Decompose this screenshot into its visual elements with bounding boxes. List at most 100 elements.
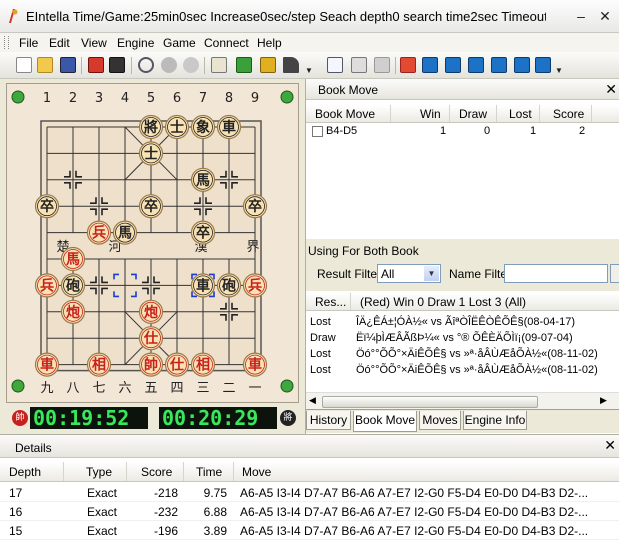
menu-connect[interactable]: Connect: [204, 36, 249, 50]
tab-book-move[interactable]: Book Move: [353, 411, 417, 432]
file-number-top: 2: [69, 91, 77, 106]
hammer-icon[interactable]: [283, 57, 299, 73]
col-time[interactable]: Time: [196, 465, 222, 479]
lock-icon[interactable]: [260, 57, 276, 73]
menu-help[interactable]: Help: [257, 36, 282, 50]
engine-red-icon[interactable]: [88, 57, 104, 73]
horizontal-scrollbar[interactable]: ◀ ▶: [306, 392, 619, 409]
history-row[interactable]: Lost Öó°°ÕÕ°×ÄiÊÕÊ§ vs »ª·åÂÙÆåÕÀ½«(08-11…: [306, 363, 619, 379]
window-title: EIntella Time/Game:25min0sec Increase0se…: [26, 9, 546, 24]
book-move-lost: 1: [530, 125, 537, 137]
menu-game[interactable]: Game: [163, 36, 196, 50]
search-icon[interactable]: [138, 57, 154, 73]
stop-icon[interactable]: [161, 57, 177, 73]
xiangqi-piece-label: 兵: [40, 277, 54, 294]
details-type: Exact: [87, 486, 118, 500]
details-close-icon[interactable]: ✕: [604, 437, 616, 454]
undo-icon[interactable]: [400, 57, 416, 73]
new-icon[interactable]: [16, 57, 32, 73]
history-row[interactable]: Lost ÎÄ¿ÊÁ±¦ÓÀ½« vs ÃîªÒÎËÊÒÊÕÊ§(08-04-17…: [306, 315, 619, 331]
file-number-top: 6: [173, 91, 181, 106]
details-grid-header: Depth Type Score Time Move: [0, 462, 619, 482]
xiangqi-piece-label: 卒: [40, 198, 54, 215]
details-row[interactable]: 17 Exact -218 9.75 A6-A5 I3-I4 D7-A7 B6-A6 A…: [0, 483, 619, 502]
toolbar-dropdown-icon[interactable]: ▼: [305, 66, 313, 75]
board-area: 123456789九八七六五四三二一楚河漢界將士象車士馬卒卒卒兵馬卒馬兵砲車砲兵…: [0, 79, 302, 434]
save-icon[interactable]: [60, 57, 76, 73]
details-score: -232: [153, 505, 178, 519]
last-icon[interactable]: [514, 57, 530, 73]
engine-black-icon[interactable]: [109, 57, 125, 73]
details-score: -218: [153, 486, 178, 500]
first-icon[interactable]: [422, 57, 438, 73]
xiangqi-piece-label: 卒: [144, 198, 158, 215]
xiangqi-piece-label: 仕: [143, 330, 158, 347]
xiangqi-piece-label: 士: [144, 145, 158, 162]
xiangqi-piece-label: 馬: [196, 173, 210, 189]
minimize-icon[interactable]: –: [574, 9, 588, 23]
open-icon[interactable]: [37, 57, 53, 73]
scroll-right-icon[interactable]: ▶: [600, 395, 607, 406]
load-icon[interactable]: [236, 57, 252, 73]
col-draw[interactable]: Draw: [459, 107, 487, 121]
file-number-bottom: 二: [222, 381, 235, 396]
details-time: 3.89: [203, 524, 227, 538]
history-row[interactable]: Draw Ëï¼þÌÆÂÃßÞ¼« vs °® ÕÊÈÄÕÌï¡(09-07-04…: [306, 331, 619, 347]
next-icon[interactable]: [491, 57, 507, 73]
end-icon[interactable]: [535, 57, 551, 73]
play-icon[interactable]: [468, 57, 484, 73]
col-score[interactable]: Score: [553, 107, 584, 121]
history-game: ÎÄ¿ÊÁ±¦ÓÀ½« vs ÃîªÒÎËÊÒÊÕÊ§(08-04-17): [356, 316, 575, 328]
col-type[interactable]: Type: [86, 465, 112, 479]
history-game: Öó°°ÕÕ°×ÄiÊÕÊ§ vs »ª·åÂÙÆåÕÀ½«(08-11-02): [356, 348, 598, 360]
right-panel: Book Move ✕ Book Move Win Draw Lost Scor…: [305, 79, 619, 434]
details-header: Details ✕: [0, 435, 619, 458]
clipboard-icon[interactable]: [374, 57, 390, 73]
toolbar-dropdown-icon-2[interactable]: ▼: [555, 66, 563, 75]
scrollbar-thumb[interactable]: [322, 396, 538, 408]
chevron-down-icon[interactable]: ▼: [424, 266, 439, 281]
result-filter-select[interactable]: All ▼: [377, 264, 441, 283]
col-score[interactable]: Score: [141, 465, 172, 479]
col-book-move[interactable]: Book Move: [315, 107, 375, 121]
prev-icon[interactable]: [445, 57, 461, 73]
book-move-checkbox[interactable]: [312, 126, 323, 137]
tab-moves[interactable]: Moves: [419, 411, 461, 430]
col-win[interactable]: Win: [420, 107, 441, 121]
xiangqi-piece-label: 士: [170, 119, 184, 136]
col-move[interactable]: Move: [242, 465, 271, 479]
xiangqi-piece-label: 炮: [66, 304, 80, 321]
black-side-badge: 將: [280, 410, 296, 426]
col-depth[interactable]: Depth: [9, 465, 41, 479]
name-filter-button[interactable]: [610, 264, 619, 283]
col-result[interactable]: Res...: [315, 295, 346, 309]
result-filter-label: Result Filter: [317, 267, 382, 281]
details-row[interactable]: 16 Exact -232 6.88 A6-A5 I3-I4 D7-A7 B6-A6 A…: [0, 502, 619, 521]
file-number-bottom: 七: [92, 381, 105, 396]
clock-bar: 帥 00:19:52 00:20:29 將: [6, 405, 299, 433]
filter-section-label: Using For Both Book: [308, 244, 419, 258]
col-lost[interactable]: Lost: [509, 107, 532, 121]
menu-view[interactable]: View: [81, 36, 107, 50]
xiangqi-board[interactable]: 123456789九八七六五四三二一楚河漢界將士象車士馬卒卒卒兵馬卒馬兵砲車砲兵…: [6, 83, 299, 403]
book-move-close-icon[interactable]: ✕: [605, 81, 617, 98]
edit-board-icon[interactable]: [211, 57, 227, 73]
refresh-icon[interactable]: [183, 57, 199, 73]
paste-icon[interactable]: [351, 57, 367, 73]
menu-file[interactable]: File: [19, 36, 38, 50]
book-move-row[interactable]: B4-D5 1 0 1 2: [306, 124, 619, 141]
scroll-left-icon[interactable]: ◀: [309, 395, 316, 406]
menu-engine[interactable]: Engine: [117, 36, 154, 50]
history-row[interactable]: Lost Öó°°ÕÕ°×ÄiÊÕÊ§ vs »ª·åÂÙÆåÕÀ½«(08-11…: [306, 347, 619, 363]
corner-indicator-icon: [280, 90, 294, 104]
tab-engine-info[interactable]: Engine Info: [463, 411, 527, 430]
name-filter-input[interactable]: [504, 264, 608, 283]
board-svg[interactable]: 1 2 3 4 5 6 7 8 9九八七六五四三二一楚河漢界將士象車士馬卒卒卒兵馬卒馬兵砲車砲兵…: [7, 84, 298, 402]
col-game-summary[interactable]: (Red) Win 0 Draw 1 Lost 3 (All): [360, 295, 526, 309]
xiangqi-piece-label: 仕: [169, 357, 184, 374]
copy-icon[interactable]: [327, 57, 343, 73]
tab-history[interactable]: History: [306, 411, 351, 430]
details-row[interactable]: 15 Exact -196 3.89 A6-A5 I3-I4 D7-A7 B6-A6 A…: [0, 521, 619, 540]
close-icon[interactable]: ✕: [598, 9, 612, 23]
menu-edit[interactable]: Edit: [49, 36, 70, 50]
